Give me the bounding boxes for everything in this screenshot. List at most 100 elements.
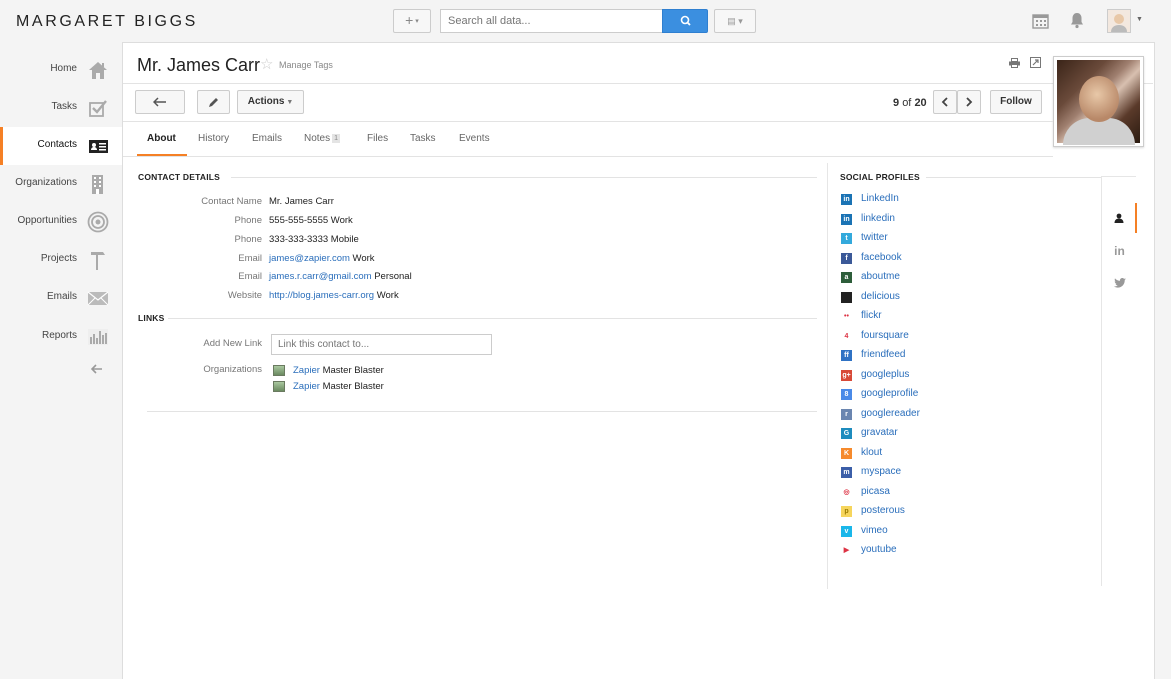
detail-row-website: Website http://blog.james-carr.org Work — [227, 290, 399, 301]
tab-notes-label: Notes — [304, 133, 331, 144]
sidebar-item-label: Opportunities — [17, 215, 77, 226]
search-icon — [680, 15, 691, 26]
sidebar-item-organizations[interactable]: Organizations — [0, 165, 122, 203]
search-input[interactable] — [440, 9, 662, 33]
linkedin-icon: in — [1114, 244, 1125, 258]
brand-logo[interactable]: MARGARET BIGGS — [16, 13, 198, 31]
contact-card-icon — [89, 140, 108, 153]
social-profile-link[interactable]: gravatar — [861, 427, 898, 438]
collapse-sidebar-arrow-icon[interactable] — [91, 364, 103, 374]
tab-profile[interactable] — [1102, 203, 1137, 233]
contact-name-title: Mr. James Carr — [137, 55, 261, 75]
twitter-icon — [1113, 278, 1126, 288]
sidebar: Home Tasks Contacts Organizations Opport… — [0, 42, 122, 679]
sidebar-item-label: Reports — [41, 330, 77, 341]
social-side-tabs: in — [1101, 176, 1137, 586]
pager-current: 9 — [893, 97, 900, 109]
social-profiles-heading: SOCIAL PROFILES — [840, 172, 920, 182]
notifications-bell-icon[interactable] — [1069, 12, 1085, 29]
organization-link[interactable]: Zapier — [293, 381, 320, 392]
social-profile-link[interactable]: linkedin — [861, 213, 895, 224]
social-profile-link[interactable]: googleplus — [861, 369, 909, 380]
linkedin-icon: in — [841, 194, 852, 205]
sidebar-item-opportunities[interactable]: Opportunities — [0, 203, 122, 241]
social-profile-link[interactable]: googleprofile — [861, 388, 918, 399]
column-divider — [827, 163, 828, 589]
print-icon[interactable] — [1009, 58, 1020, 68]
sidebar-item-contacts[interactable]: Contacts — [0, 127, 122, 165]
link-contact-input[interactable] — [271, 334, 492, 355]
tab-about[interactable]: About — [147, 133, 176, 144]
user-avatar-icon — [1108, 10, 1130, 32]
user-menu-caret-icon[interactable]: ▼ — [1136, 16, 1143, 23]
favorite-star-icon[interactable]: ☆ — [260, 55, 273, 73]
social-profile-link[interactable]: LinkedIn — [861, 193, 899, 204]
pencil-icon — [209, 97, 218, 107]
sidebar-item-reports[interactable]: Reports — [0, 318, 122, 356]
linkedin-icon: in — [841, 213, 852, 225]
website-link[interactable]: http://blog.james-carr.org — [269, 290, 374, 301]
social-profile-link[interactable]: picasa — [861, 486, 890, 497]
chevron-left-icon — [941, 97, 948, 107]
follow-button[interactable]: Follow — [990, 90, 1042, 114]
social-profile-link[interactable]: klout — [861, 447, 882, 458]
sidebar-item-home[interactable]: Home — [0, 51, 122, 89]
edit-button[interactable] — [197, 90, 230, 114]
manage-tags-link[interactable]: Manage Tags — [279, 60, 333, 70]
organizations-row: Organizations — [203, 364, 262, 375]
view-menu-button[interactable]: ▤ ▾ — [714, 9, 756, 33]
organization-link[interactable]: Zapier — [293, 365, 320, 376]
social-profile-link[interactable]: myspace — [861, 466, 901, 477]
envelope-icon — [87, 291, 109, 306]
sidebar-item-projects[interactable]: Projects — [0, 241, 122, 279]
home-icon — [89, 62, 107, 79]
sidebar-item-emails[interactable]: Emails — [0, 279, 122, 317]
gravatar-icon: G — [841, 428, 852, 439]
youtube-icon: ▶ — [841, 545, 852, 556]
social-profile-link[interactable]: aboutme — [861, 271, 900, 282]
actions-dropdown-button[interactable]: Actions ▼ — [237, 90, 304, 114]
top-bar: MARGARET BIGGS + ▾ ▤ ▾ ▼ — [0, 0, 1171, 42]
add-new-button[interactable]: + ▾ — [393, 9, 431, 33]
tab-twitter[interactable] — [1102, 268, 1137, 298]
search-button[interactable] — [662, 9, 708, 33]
social-profile-link[interactable]: delicious — [861, 291, 900, 302]
social-profile-link[interactable]: facebook — [861, 252, 902, 263]
user-avatar-button[interactable] — [1107, 9, 1131, 33]
sidebar-item-label: Tasks — [51, 101, 77, 112]
social-profile-link[interactable]: twitter — [861, 232, 888, 243]
social-profile-link[interactable]: friendfeed — [861, 349, 905, 360]
social-profile-link[interactable]: posterous — [861, 505, 905, 516]
social-profile-link[interactable]: googlereader — [861, 408, 920, 419]
detail-row-phone-mobile: Phone 333-333-3333 Mobile — [234, 234, 359, 245]
previous-record-button[interactable] — [933, 90, 957, 114]
tab-tasks[interactable]: Tasks — [410, 133, 436, 144]
back-button[interactable] — [135, 90, 185, 114]
facebook-icon: f — [841, 252, 852, 264]
person-icon — [1114, 213, 1123, 224]
social-profile-link[interactable]: youtube — [861, 544, 897, 555]
email-work-link[interactable]: james@zapier.com — [269, 253, 350, 264]
sidebar-item-label: Organizations — [15, 177, 77, 188]
next-record-button[interactable] — [957, 90, 981, 114]
calendar-icon[interactable] — [1032, 12, 1049, 29]
notes-count-badge: 1 — [332, 133, 341, 143]
header-divider — [123, 83, 1153, 84]
tab-linkedin[interactable]: in — [1102, 236, 1137, 266]
export-icon[interactable] — [1030, 57, 1041, 68]
sidebar-item-tasks[interactable]: Tasks — [0, 89, 122, 127]
social-profile-link[interactable]: flickr — [861, 310, 882, 321]
tab-notes[interactable]: Notes 1 — [304, 133, 341, 144]
sidebar-item-label: Emails — [46, 291, 77, 302]
tab-emails[interactable]: Emails — [252, 133, 282, 144]
contact-photo — [1053, 56, 1144, 147]
email-personal-link[interactable]: james.r.carr@gmail.com — [269, 271, 372, 282]
detail-row-email-personal: Email james.r.carr@gmail.com Personal — [238, 271, 412, 282]
social-profile-link[interactable]: foursquare — [861, 330, 909, 341]
posterous-icon: p — [841, 506, 852, 517]
tab-files[interactable]: Files — [367, 133, 388, 144]
tab-events[interactable]: Events — [459, 133, 490, 144]
social-profile-link[interactable]: vimeo — [861, 525, 888, 536]
tab-history[interactable]: History — [198, 133, 229, 144]
delicious-icon — [841, 291, 852, 303]
